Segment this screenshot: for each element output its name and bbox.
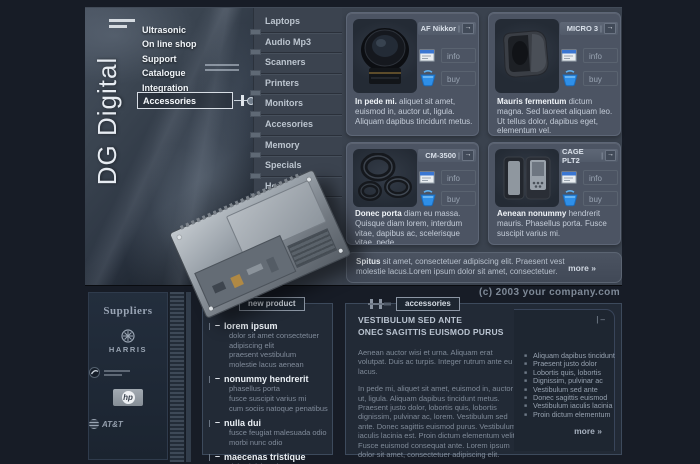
info-button[interactable]: info (583, 48, 618, 63)
info-icon[interactable] (417, 45, 438, 65)
product-image-camera-bag (495, 19, 559, 93)
product-image-lens-rings (353, 149, 417, 207)
info-button[interactable]: info (583, 170, 618, 185)
accessories-tab: accessories (368, 297, 460, 311)
corner-mark: | – (596, 315, 605, 324)
zipper-decoration (186, 292, 191, 462)
product-description: In pede mi. aliquet sit amet, euismod in… (355, 97, 474, 126)
buy-button[interactable]: buy (441, 71, 476, 86)
accessory-link[interactable]: Proin dictum elementum (524, 411, 612, 419)
product-card-cm-3500: CM-3500 | → info buy Donec porta diam (346, 142, 479, 245)
nav-accessories-label: Accessories (143, 96, 196, 106)
buy-cart-icon[interactable] (417, 188, 438, 208)
nav-accessories-active[interactable]: Accessories (137, 92, 233, 109)
buy-button[interactable]: buy (441, 191, 476, 206)
promo-text: Spitus sit amet, consectetuer adipiscing… (356, 257, 588, 277)
arrow-icon[interactable]: → (462, 23, 474, 34)
product-header[interactable]: CM-3500 | → (418, 149, 476, 162)
product-card-af-nikkor: AF Nikkor | → info buy In pede mi. al (346, 12, 479, 136)
upper-panel: DG Digital Ultrasonic On line shop Suppo… (85, 8, 622, 285)
product-card-micro-3: MICRO 3 | → info buy Mauris fermentum (488, 12, 621, 136)
accessories-body: Aenean auctor wisi et urna. Aliquam erat… (358, 348, 518, 464)
buy-cart-icon[interactable] (559, 188, 580, 208)
promo-bar: Spitus sit amet, consectetuer adipiscing… (346, 252, 622, 283)
clamp-icon (368, 298, 392, 310)
accessories-more-link[interactable]: more » (574, 426, 602, 436)
header-divider: | (458, 24, 460, 33)
att-globe-icon (89, 419, 99, 429)
hp-badge-icon: hp (113, 389, 143, 406)
info-icon[interactable] (417, 167, 438, 187)
new-product-link[interactable]: maecenas tristique (224, 452, 330, 462)
new-product-panel: new product lorem ipsum dolor sit amet c… (202, 303, 333, 455)
partner-emblem-icon (89, 367, 100, 378)
header-divider: | (458, 151, 460, 160)
menu-item-printers[interactable]: Printers (254, 74, 342, 95)
product-name: AF Nikkor (421, 24, 456, 33)
header-divider: | (600, 24, 602, 33)
zipper-decoration (169, 292, 185, 462)
harris-logo[interactable]: HARRIS (89, 329, 167, 354)
accessories-links-box: | – Aliquam dapibus tincidunt Praesent j… (514, 309, 615, 451)
product-description: Mauris fermentum dictum magna. Sed laore… (497, 97, 616, 136)
accessories-panel: accessories VESTIBULUM SED ANTE ONEC SAG… (345, 303, 622, 455)
product-image-pda-case (495, 149, 559, 207)
buy-cart-icon[interactable] (417, 68, 438, 88)
new-product-link[interactable]: nulla dui (224, 418, 330, 428)
nav-ultrasonic[interactable]: Ultrasonic (142, 25, 186, 35)
accessories-links: Aliquam dapibus tincidunt Praesent justo… (524, 352, 612, 419)
nav-catalogue[interactable]: Catalogue (142, 68, 186, 78)
partner-logo[interactable] (89, 367, 167, 378)
buy-button[interactable]: buy (583, 191, 618, 206)
buy-button[interactable]: buy (583, 71, 618, 86)
promo-more-link[interactable]: more » (568, 263, 596, 273)
info-icon[interactable] (559, 167, 580, 187)
arrow-icon[interactable]: → (605, 150, 616, 161)
product-header[interactable]: CAGE PLT2 | → (560, 149, 618, 162)
accessories-tab-label[interactable]: accessories (396, 297, 460, 311)
list-item: nulla dui fusce feugiat malesuada odio m… (209, 418, 330, 447)
arrow-icon[interactable]: → (462, 150, 474, 161)
accessories-heading: VESTIBULUM SED ANTE ONEC SAGITTIS EUISMO… (358, 315, 504, 338)
harris-starburst-icon (121, 329, 135, 343)
product-header[interactable]: MICRO 3 | → (560, 22, 618, 35)
product-description: Aenean nonummy hendrerit mauris. Phasell… (497, 209, 616, 238)
menu-item-monitors[interactable]: Monitors (254, 94, 342, 115)
page: DG Digital Ultrasonic On line shop Suppo… (0, 0, 700, 464)
new-product-list: lorem ipsum dolor sit amet consectetuer … (209, 321, 330, 464)
list-item: lorem ipsum dolor sit amet consectetuer … (209, 321, 330, 369)
nav-support[interactable]: Support (142, 54, 177, 64)
hp-logo[interactable]: hp (89, 389, 167, 406)
nav-online-shop[interactable]: On line shop (142, 39, 197, 49)
info-button[interactable]: info (441, 48, 476, 63)
menu-item-scanners[interactable]: Scanners (254, 53, 342, 74)
list-item: nonummy hendrerit phasellus porta fusce … (209, 374, 330, 413)
product-card-cage-plt2: CAGE PLT2 | → info buy Aenean nonummy (488, 142, 621, 245)
photo-spec-text (205, 64, 239, 73)
new-product-link[interactable]: lorem ipsum (224, 321, 330, 331)
products-grid: AF Nikkor | → info buy In pede mi. al (342, 8, 622, 285)
product-header[interactable]: AF Nikkor | → (418, 22, 476, 35)
menu-item-memory[interactable]: Memory (254, 136, 342, 157)
product-name: MICRO 3 (567, 24, 598, 33)
product-name: CM-3500 (425, 151, 456, 160)
suppliers-panel: Suppliers HARRIS hp AT&T (88, 292, 168, 460)
info-button[interactable]: info (441, 170, 476, 185)
arrow-icon[interactable]: → (604, 23, 616, 34)
suppliers-title: Suppliers (89, 305, 167, 317)
new-product-link[interactable]: nonummy hendrerit (224, 374, 330, 384)
header-divider: | (601, 151, 603, 160)
menu-item-audio-mp3[interactable]: Audio Mp3 (254, 33, 342, 54)
product-image-camera-lens (353, 19, 417, 93)
clamp-icon (241, 95, 244, 106)
info-icon[interactable] (559, 45, 580, 65)
brand-logo: DG Digital (92, 21, 126, 221)
menu-item-laptops[interactable]: Laptops (254, 12, 342, 33)
product-description: Donec porta diam eu massa. Quisque diam … (355, 209, 474, 245)
product-name: CAGE PLT2 (562, 147, 599, 165)
att-logo[interactable]: AT&T (89, 419, 167, 429)
menu-item-accesories[interactable]: Accesories (254, 115, 342, 136)
buy-cart-icon[interactable] (559, 68, 580, 88)
list-item: maecenas tristique duis ultricies pharet… (209, 452, 330, 464)
